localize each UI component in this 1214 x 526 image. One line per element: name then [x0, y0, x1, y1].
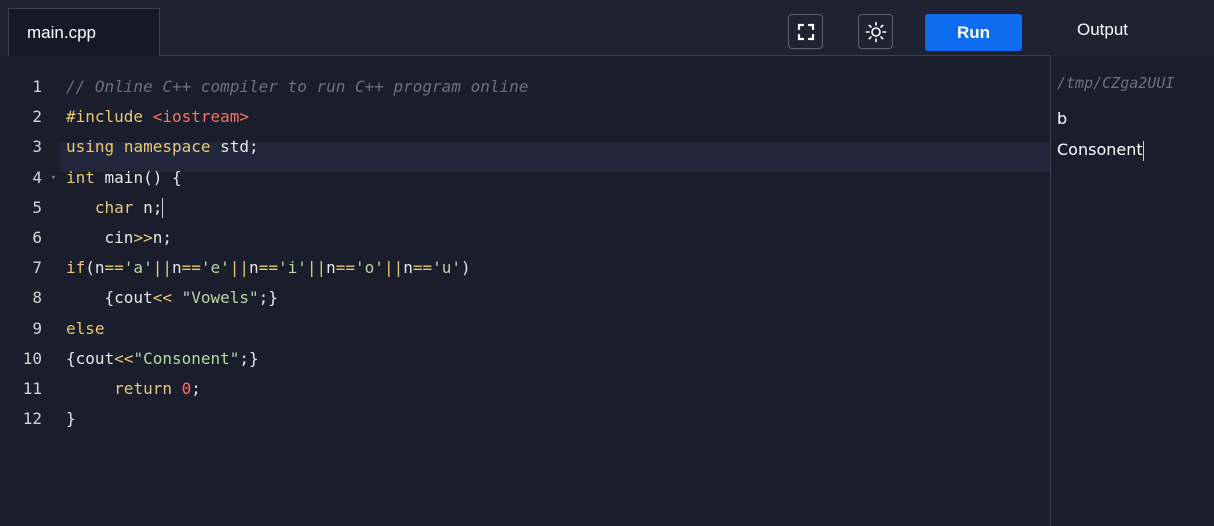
output-line: b: [1057, 109, 1068, 128]
output-line: Consonent: [1057, 140, 1144, 161]
tab-main-cpp[interactable]: main.cpp: [8, 8, 160, 56]
code-line[interactable]: cin>>n;: [66, 223, 528, 253]
run-button[interactable]: Run: [925, 14, 1022, 51]
output-title: Output: [1077, 20, 1129, 39]
output-line-text: Consonent: [1057, 140, 1143, 159]
code-lines[interactable]: // Online C++ compiler to run C++ progra…: [66, 72, 528, 434]
code-line[interactable]: int main() {: [66, 163, 528, 193]
output-temp-path: /tmp/CZga2UUI: [1057, 74, 1175, 92]
output-cursor: [1142, 140, 1144, 161]
code-line[interactable]: {cout<<"Consonent";}: [66, 344, 528, 374]
toolbar: [0, 0, 1214, 56]
line-number: 8: [32, 288, 42, 308]
line-number: 7: [32, 258, 42, 278]
line-number: 3: [32, 137, 42, 157]
theme-toggle-button[interactable]: [858, 14, 893, 49]
code-line[interactable]: char n;: [66, 193, 528, 223]
text-cursor: [162, 198, 164, 219]
line-number: 10: [22, 348, 42, 368]
line-number: 9: [32, 318, 42, 338]
sun-icon: [865, 21, 886, 42]
code-line[interactable]: else: [66, 314, 528, 344]
line-number: 6: [32, 227, 42, 247]
line-number: 2: [32, 107, 42, 127]
code-line[interactable]: #include <iostream>: [66, 102, 528, 132]
fold-arrow-icon[interactable]: ▾: [51, 163, 56, 193]
fullscreen-icon: [797, 23, 814, 40]
line-number: 4 ▾: [0, 163, 60, 193]
line-number-label: 4: [32, 167, 42, 187]
code-line[interactable]: using namespace std;: [66, 132, 528, 162]
code-line[interactable]: if(n=='a'||n=='e'||n=='i'||n=='o'||n=='u…: [66, 253, 528, 283]
line-number: 5: [32, 197, 42, 217]
code-line[interactable]: }: [66, 404, 528, 434]
line-number: 11: [22, 378, 42, 398]
code-line[interactable]: // Online C++ compiler to run C++ progra…: [66, 72, 528, 102]
code-line[interactable]: {cout<< "Vowels";}: [66, 283, 528, 313]
line-number-gutter: 1 2 3 4 ▾ 5 6 7 8 9 10 11 12: [0, 72, 60, 434]
line-number: 1: [32, 77, 42, 96]
fullscreen-button[interactable]: [788, 14, 823, 49]
code-line[interactable]: return 0;: [66, 374, 528, 404]
line-number: 12: [22, 409, 42, 429]
output-panel: /tmp/CZga2UUI b Consonent: [1051, 56, 1214, 526]
